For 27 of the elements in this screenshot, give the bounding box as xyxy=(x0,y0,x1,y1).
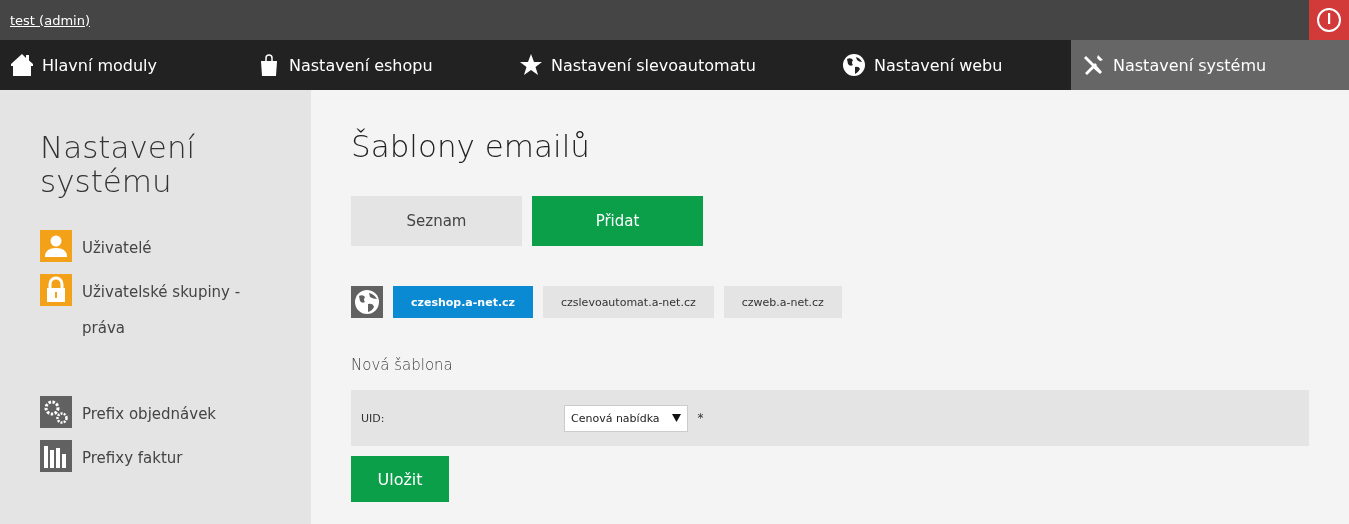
globe-icon xyxy=(351,286,383,318)
sidebar-item[interactable]: Uživatelské skupiny - práva xyxy=(40,274,280,347)
logout-button[interactable] xyxy=(1309,0,1349,40)
nav-tab[interactable]: Hlavní moduly xyxy=(0,40,247,90)
domain-tab[interactable]: czeshop.a-net.cz xyxy=(393,286,533,318)
domain-tab[interactable]: czweb.a-net.cz xyxy=(723,286,842,318)
sidebar-item[interactable]: Uživatelé xyxy=(40,230,280,267)
required-mark: * xyxy=(697,411,704,425)
caret-icon xyxy=(671,414,681,422)
sidebar-title: Nastavení systému xyxy=(40,130,197,199)
power-icon xyxy=(1316,7,1342,33)
field-label: UID: xyxy=(361,411,386,425)
domain-tab[interactable]: czslevoautomat.a-net.cz xyxy=(543,286,714,318)
user-link[interactable]: test (admin) xyxy=(10,12,90,28)
nav-tab[interactable]: Nastavení webu xyxy=(832,40,1071,90)
form-title: Nová šablona xyxy=(351,356,454,374)
nav-tab[interactable]: Nastavení eshopu xyxy=(247,40,509,90)
star-icon xyxy=(519,53,543,77)
globe-icon xyxy=(842,53,866,77)
nav-tab[interactable]: Nastavení slevoautomatu xyxy=(509,40,832,90)
home-icon xyxy=(10,53,34,77)
template-select[interactable]: Cenová nabídka xyxy=(564,404,688,432)
action-tab[interactable]: Seznam xyxy=(351,196,522,246)
page-title: Šablony emailů xyxy=(351,128,591,164)
sidebar-item[interactable]: Prefix objednávek xyxy=(40,396,280,433)
nav-tab[interactable]: Nastavení systému xyxy=(1071,40,1349,90)
sidebar-item[interactable]: Prefixy faktur xyxy=(40,440,280,477)
